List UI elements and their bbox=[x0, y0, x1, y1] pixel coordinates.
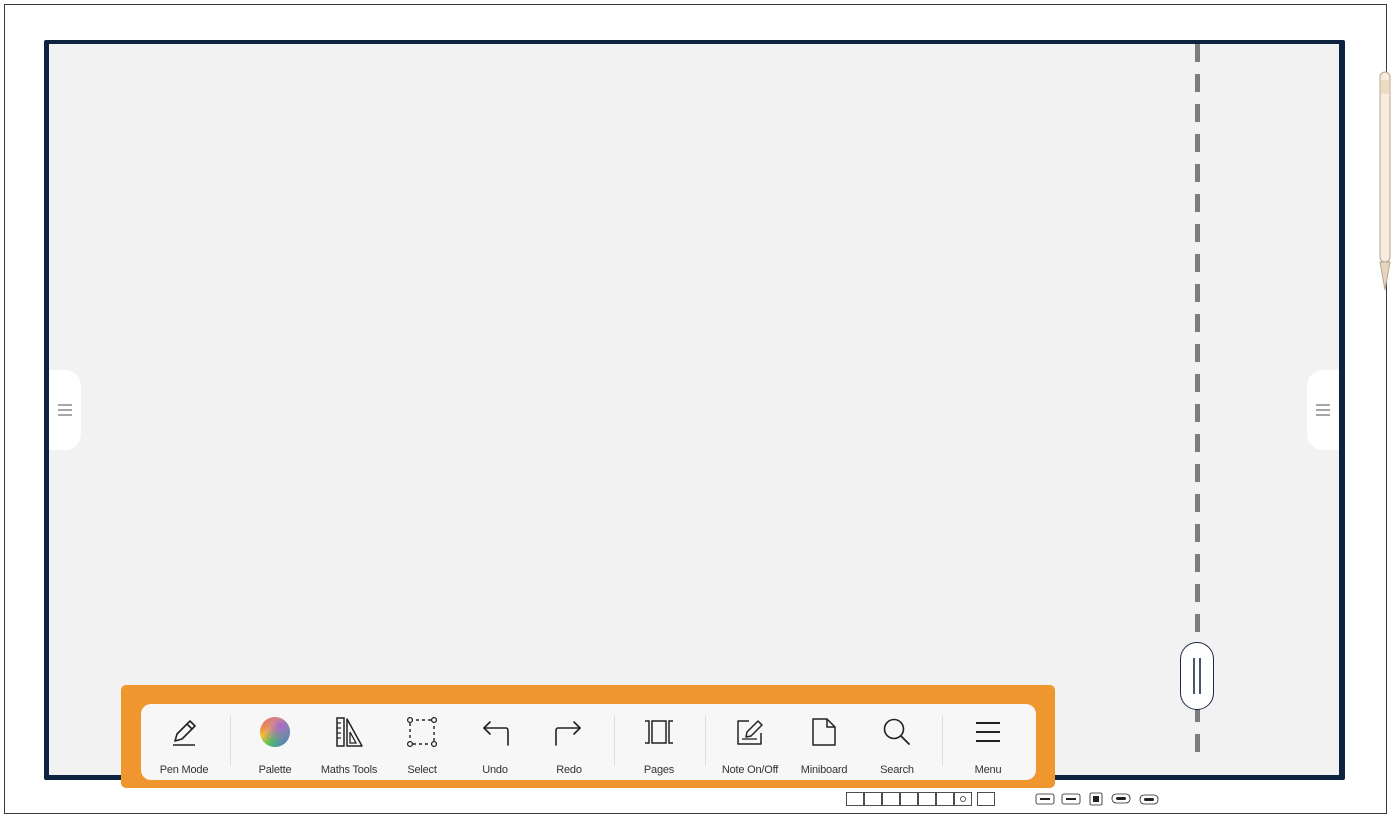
whiteboard-canvas[interactable] bbox=[49, 44, 1339, 775]
select-button[interactable]: Select bbox=[382, 704, 462, 780]
search-button[interactable]: Search bbox=[857, 704, 937, 780]
toolbar-separator bbox=[705, 716, 706, 766]
left-side-menu-tab[interactable] bbox=[49, 370, 81, 450]
right-side-menu-tab[interactable] bbox=[1307, 370, 1339, 450]
pen-mode-button[interactable]: Pen Mode bbox=[144, 704, 224, 780]
maths-tools-button[interactable]: Maths Tools bbox=[309, 704, 389, 780]
toolbar-separator bbox=[942, 716, 943, 766]
undo-button[interactable]: Undo bbox=[455, 704, 535, 780]
miniboard-button[interactable]: Miniboard bbox=[784, 704, 864, 780]
hamburger-menu-icon bbox=[976, 722, 1000, 742]
pages-label: Pages bbox=[643, 764, 675, 776]
note-edit-icon bbox=[737, 720, 763, 745]
menu-label: Menu bbox=[974, 764, 1002, 776]
undo-arrow-icon bbox=[483, 721, 509, 746]
split-divider-handle[interactable] bbox=[1180, 642, 1214, 710]
drag-handle-icon bbox=[1193, 658, 1201, 694]
ruler-triangle-icon bbox=[336, 717, 363, 747]
palette-button[interactable]: Palette bbox=[235, 704, 315, 780]
palette-label: Palette bbox=[258, 764, 292, 776]
toolbar-separator bbox=[230, 716, 231, 766]
redo-label: Redo bbox=[556, 764, 582, 776]
redo-button[interactable]: Redo bbox=[529, 704, 609, 780]
pen-icon bbox=[173, 720, 196, 746]
select-label: Select bbox=[407, 764, 437, 776]
pages-button[interactable]: Pages bbox=[619, 704, 699, 780]
redo-arrow-icon bbox=[555, 721, 581, 746]
side-menu-icon bbox=[58, 404, 72, 416]
selection-icon bbox=[406, 716, 438, 748]
pen-mode-label: Pen Mode bbox=[159, 764, 209, 776]
toolbar: Pen Mode Palette Maths Tools Select Undo… bbox=[141, 704, 1036, 780]
hardware-ports-strip bbox=[846, 792, 1159, 806]
color-wheel-icon bbox=[260, 717, 290, 747]
note-on-off-label: Note On/Off bbox=[721, 764, 779, 776]
stylus-pen-icon bbox=[1379, 71, 1391, 291]
menu-button[interactable]: Menu bbox=[948, 704, 1028, 780]
note-on-off-button[interactable]: Note On/Off bbox=[710, 704, 790, 780]
maths-tools-label: Maths Tools bbox=[320, 764, 378, 776]
side-menu-icon bbox=[1316, 404, 1330, 416]
search-icon bbox=[883, 718, 910, 745]
pages-icon bbox=[645, 720, 673, 744]
toolbar-separator bbox=[614, 716, 615, 766]
search-label: Search bbox=[880, 764, 914, 776]
document-icon bbox=[812, 718, 836, 746]
miniboard-label: Miniboard bbox=[800, 764, 848, 776]
undo-label: Undo bbox=[482, 764, 508, 776]
